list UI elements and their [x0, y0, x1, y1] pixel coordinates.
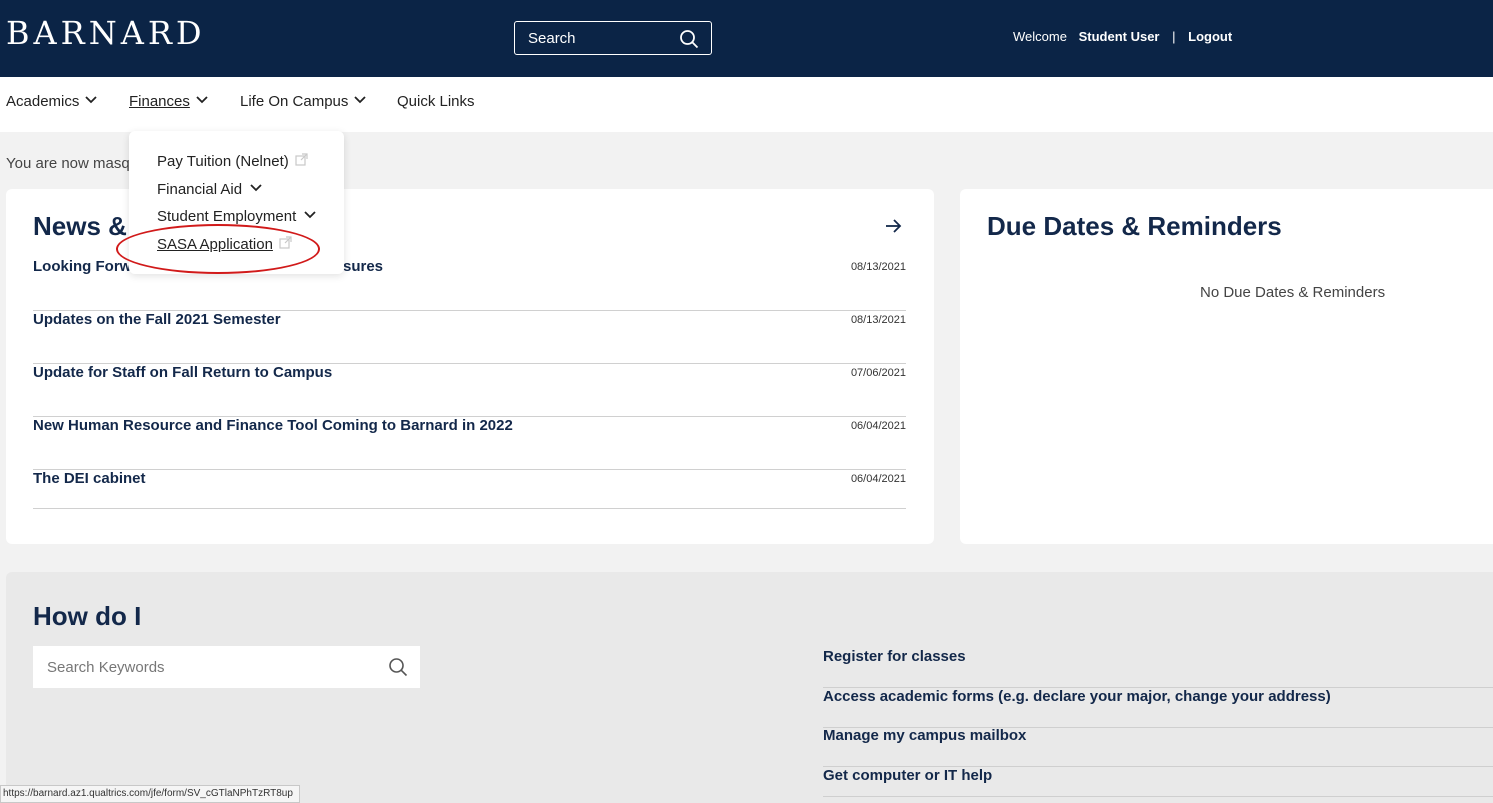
keyword-search[interactable]: [33, 646, 420, 688]
news-title: News &: [33, 211, 127, 241]
highlight-annotation-circle: [116, 224, 320, 274]
chevron-down-icon: [354, 96, 367, 104]
menu-item-student-employment[interactable]: Student Employment: [157, 208, 316, 225]
news-item-title[interactable]: New Human Resource and Finance Tool Comi…: [33, 417, 513, 434]
how-do-i-link[interactable]: Manage my campus mailbox: [823, 727, 1493, 767]
news-item-date: 08/13/2021: [850, 314, 906, 326]
browser-status-url: https://barnard.az1.qualtrics.com/jfe/fo…: [0, 785, 300, 803]
news-item[interactable]: New Human Resource and Finance Tool Comi…: [33, 417, 906, 470]
nav-item-label: Life On Campus: [240, 93, 349, 110]
external-link-icon: [295, 153, 308, 166]
due-dates-card: [960, 189, 1493, 544]
news-item-title[interactable]: Update for Staff on Fall Return to Campu…: [33, 364, 332, 381]
nav-item-label: Academics: [6, 93, 80, 110]
how-do-i-link-label[interactable]: Manage my campus mailbox: [823, 727, 1026, 744]
news-item-title[interactable]: Updates on the Fall 2021 Semester: [33, 311, 281, 328]
news-item[interactable]: The DEI cabinet 06/04/2021: [33, 470, 906, 509]
user-bar: Welcome Student User | Logout: [1013, 29, 1232, 44]
nav-item-finances[interactable]: Finances: [129, 93, 208, 110]
news-item-title-tail[interactable]: sures: [343, 258, 383, 275]
nav-item-label: Finances: [129, 93, 190, 110]
site-search[interactable]: [514, 21, 712, 55]
welcome-text: Welcome: [1013, 29, 1067, 44]
news-item-date: 07/06/2021: [850, 367, 906, 379]
news-item-date: 06/04/2021: [850, 473, 906, 485]
nav-item-label: Quick Links: [397, 93, 475, 110]
search-icon[interactable]: [679, 29, 699, 49]
nav-item-quick-links[interactable]: Quick Links: [397, 93, 475, 110]
how-do-i-link-label[interactable]: Register for classes: [823, 648, 966, 665]
menu-item-label: Student Employment: [157, 208, 297, 225]
nav-item-life-on-campus[interactable]: Life On Campus: [240, 93, 367, 110]
how-do-i-link[interactable]: Access academic forms (e.g. declare your…: [823, 688, 1493, 728]
news-item-date: 08/13/2021: [850, 261, 906, 273]
arrow-right-icon[interactable]: [884, 217, 902, 235]
chevron-down-icon: [250, 184, 262, 192]
user-name: Student User: [1078, 29, 1160, 44]
menu-item-financial-aid[interactable]: Financial Aid: [157, 181, 262, 198]
menu-item-label: Financial Aid: [157, 181, 243, 198]
logout-link[interactable]: Logout: [1188, 29, 1232, 44]
chevron-down-icon: [85, 96, 97, 104]
how-do-i-link-label[interactable]: Access academic forms (e.g. declare your…: [823, 688, 1331, 705]
how-do-i-link-label[interactable]: Get computer or IT help: [823, 767, 992, 784]
top-header: [0, 0, 1493, 77]
news-item-title[interactable]: Looking Forwa: [33, 258, 140, 275]
user-bar-separator: |: [1172, 29, 1176, 44]
news-item[interactable]: Update for Staff on Fall Return to Campu…: [33, 364, 906, 417]
menu-item-pay-tuition[interactable]: Pay Tuition (Nelnet): [157, 153, 308, 170]
due-dates-title: Due Dates & Reminders: [987, 211, 1282, 241]
news-item-title[interactable]: The DEI cabinet: [33, 470, 146, 487]
how-do-i-link[interactable]: Get computer or IT help: [823, 767, 1493, 797]
search-icon[interactable]: [388, 657, 408, 677]
menu-item-label: Pay Tuition (Nelnet): [157, 153, 289, 170]
masquerade-notice: You are now masqu: [6, 155, 139, 172]
due-dates-empty-text: No Due Dates & Reminders: [1200, 284, 1386, 301]
chevron-down-icon: [196, 96, 208, 104]
site-search-input[interactable]: [515, 22, 675, 54]
barnard-logo[interactable]: BARNARD: [6, 14, 206, 52]
how-do-i-title: How do I: [33, 601, 142, 631]
news-item-date: 06/04/2021: [850, 420, 906, 432]
nav-item-academics[interactable]: Academics: [6, 93, 97, 110]
keyword-search-input[interactable]: [33, 646, 373, 688]
news-item[interactable]: Updates on the Fall 2021 Semester 08/13/…: [33, 311, 906, 364]
main-nav: [0, 77, 1493, 132]
how-do-i-link[interactable]: Register for classes: [823, 648, 1493, 688]
chevron-down-icon: [304, 211, 316, 219]
